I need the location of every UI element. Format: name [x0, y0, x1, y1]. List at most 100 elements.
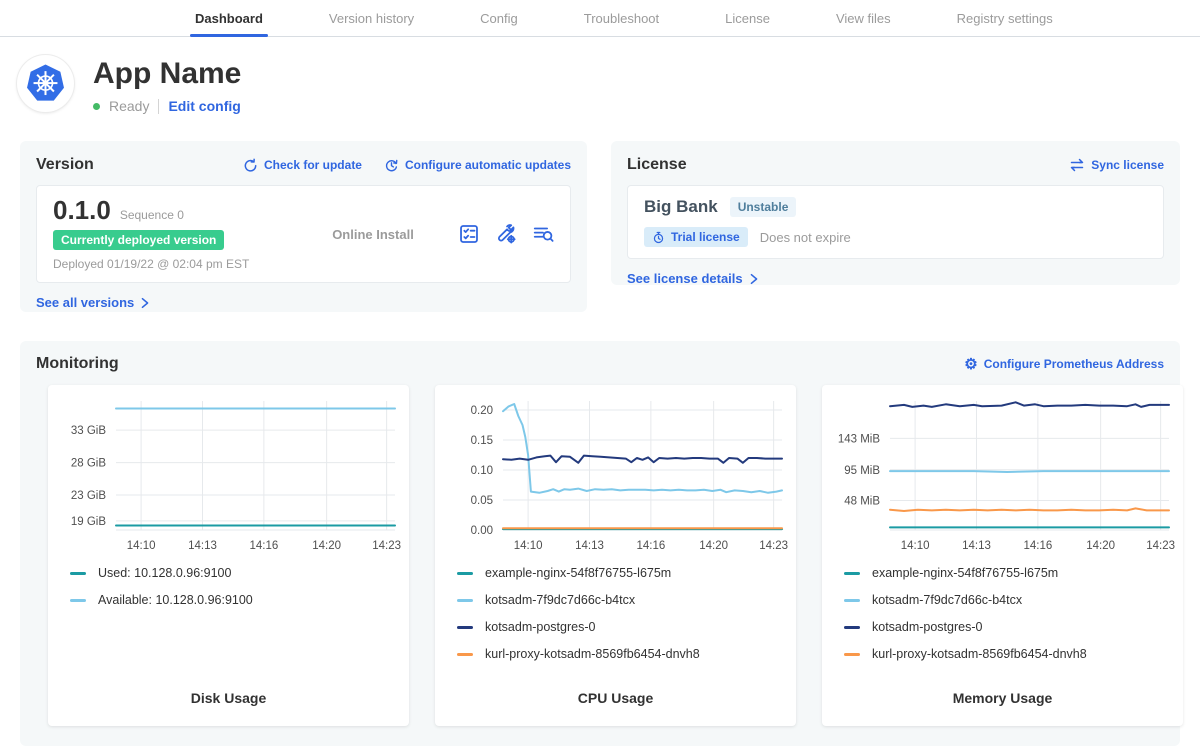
edit-config-link[interactable]: Edit config: [168, 98, 240, 114]
svg-text:14:23: 14:23: [372, 540, 401, 552]
legend-item: example-nginx-54f8f76755-l675m: [457, 566, 796, 580]
install-type-label: Online Install: [288, 227, 458, 242]
deployed-timestamp: Deployed 01/19/22 @ 02:04 pm EST: [53, 257, 288, 271]
tab-dashboard[interactable]: Dashboard: [190, 0, 268, 36]
legend-item: kurl-proxy-kotsadm-8569fb6454-dnvh8: [457, 647, 796, 661]
divider: [158, 99, 159, 114]
svg-text:0.20: 0.20: [471, 405, 493, 417]
disk-usage-title: Disk Usage: [48, 690, 409, 726]
legend-item: kotsadm-postgres-0: [844, 620, 1183, 634]
legend-color-dash: [70, 599, 86, 602]
version-card-title: Version: [36, 156, 94, 174]
svg-text:14:13: 14:13: [962, 540, 991, 552]
legend-label: kurl-proxy-kotsadm-8569fb6454-dnvh8: [485, 647, 700, 661]
svg-text:14:20: 14:20: [312, 540, 341, 552]
legend-item: example-nginx-54f8f76755-l675m: [844, 566, 1183, 580]
status-badge: Ready: [109, 98, 149, 114]
legend-color-dash: [844, 626, 860, 629]
legend-label: kotsadm-7f9dc7d66c-b4tcx: [872, 593, 1022, 607]
channel-badge: Unstable: [730, 197, 797, 217]
svg-text:48 MiB: 48 MiB: [844, 496, 880, 508]
license-card-title: License: [627, 156, 687, 174]
status-dot: [93, 103, 100, 110]
chart-card-cpu-usage: 0.200.150.100.050.0014:1014:1314:1614:20…: [435, 385, 796, 726]
legend-label: kotsadm-postgres-0: [485, 620, 595, 634]
legend-color-dash: [844, 653, 860, 656]
svg-text:14:16: 14:16: [636, 540, 665, 552]
sync-icon: [1069, 158, 1085, 172]
memory-usage-title: Memory Usage: [822, 690, 1183, 726]
legend-color-dash: [457, 653, 473, 656]
svg-text:14:13: 14:13: [575, 540, 604, 552]
chevron-right-icon: [749, 273, 759, 285]
cpu-usage-chart-canvas: 0.200.150.100.050.0014:1014:1314:1614:20…: [435, 391, 796, 556]
cpu-usage-legend: example-nginx-54f8f76755-l675m kotsadm-7f…: [457, 566, 796, 661]
view-deploy-logs-icon[interactable]: [532, 223, 554, 245]
configure-prometheus-button[interactable]: ⚙ Configure Prometheus Address: [964, 357, 1164, 372]
top-nav: Dashboard Version history Config Trouble…: [0, 0, 1200, 37]
tab-registry-settings[interactable]: Registry settings: [952, 0, 1058, 36]
configure-automatic-updates-button[interactable]: Configure automatic updates: [384, 158, 571, 173]
legend-label: kotsadm-7f9dc7d66c-b4tcx: [485, 593, 635, 607]
legend-label: kurl-proxy-kotsadm-8569fb6454-dnvh8: [872, 647, 1087, 661]
svg-text:0.10: 0.10: [471, 465, 493, 477]
svg-text:0.00: 0.00: [471, 525, 493, 537]
legend-item: kotsadm-7f9dc7d66c-b4tcx: [457, 593, 796, 607]
disk-usage-legend: Used: 10.128.0.96:9100 Available: 10.128.…: [70, 566, 409, 607]
svg-text:28 GiB: 28 GiB: [71, 458, 106, 470]
svg-text:14:20: 14:20: [699, 540, 728, 552]
svg-text:14:10: 14:10: [127, 540, 156, 552]
legend-color-dash: [844, 599, 860, 602]
see-license-details-link[interactable]: See license details: [627, 271, 759, 286]
legend-label: kotsadm-postgres-0: [872, 620, 982, 634]
stopwatch-icon: [652, 231, 665, 244]
legend-item: Used: 10.128.0.96:9100: [70, 566, 409, 580]
tab-license[interactable]: License: [720, 0, 775, 36]
page-title: App Name: [93, 57, 241, 90]
svg-text:14:10: 14:10: [514, 540, 543, 552]
legend-color-dash: [457, 599, 473, 602]
memory-usage-legend: example-nginx-54f8f76755-l675m kotsadm-7f…: [844, 566, 1183, 661]
svg-text:14:16: 14:16: [249, 540, 278, 552]
legend-color-dash: [844, 572, 860, 575]
tab-config[interactable]: Config: [475, 0, 523, 36]
license-name: Big Bank: [644, 197, 718, 217]
version-number: 0.1.0: [53, 197, 111, 223]
check-for-update-button[interactable]: Check for update: [243, 158, 362, 173]
legend-item: Available: 10.128.0.96:9100: [70, 593, 409, 607]
svg-text:33 GiB: 33 GiB: [71, 425, 106, 437]
tab-troubleshoot[interactable]: Troubleshoot: [579, 0, 664, 36]
legend-label: example-nginx-54f8f76755-l675m: [485, 566, 671, 580]
svg-text:19 GiB: 19 GiB: [71, 516, 106, 528]
legend-color-dash: [457, 572, 473, 575]
preflight-checks-icon[interactable]: [458, 223, 480, 245]
legend-label: Available: 10.128.0.96:9100: [98, 593, 253, 607]
legend-color-dash: [70, 572, 86, 575]
legend-item: kotsadm-postgres-0: [457, 620, 796, 634]
gear-icon: ⚙: [964, 357, 977, 372]
svg-text:143 MiB: 143 MiB: [838, 433, 881, 445]
trial-license-badge: Trial license: [644, 227, 748, 247]
sync-license-button[interactable]: Sync license: [1069, 158, 1164, 172]
version-card: Version Check for update Configure autom…: [20, 141, 587, 312]
license-expiry: Does not expire: [760, 230, 851, 245]
monitoring-section: Monitoring ⚙ Configure Prometheus Addres…: [20, 341, 1180, 746]
legend-item: kotsadm-7f9dc7d66c-b4tcx: [844, 593, 1183, 607]
see-all-versions-link[interactable]: See all versions: [36, 295, 150, 310]
app-header: App Name Ready Edit config: [17, 55, 241, 114]
charts-row: 33 GiB 28 GiB 23 GiB 19 GiB 14:10 14:13 14:16 1…: [32, 385, 1168, 726]
legend-color-dash: [457, 626, 473, 629]
tab-version-history[interactable]: Version history: [324, 0, 419, 36]
kubernetes-logo-icon: [17, 55, 74, 112]
license-card: License Sync license Big Bank Unstable T…: [611, 141, 1180, 285]
svg-text:23 GiB: 23 GiB: [71, 490, 106, 502]
svg-text:14:20: 14:20: [1086, 540, 1115, 552]
svg-text:14:23: 14:23: [1146, 540, 1175, 552]
svg-text:14:23: 14:23: [759, 540, 788, 552]
svg-text:0.05: 0.05: [471, 495, 493, 507]
version-sequence: Sequence 0: [120, 208, 184, 222]
tab-view-files[interactable]: View files: [831, 0, 896, 36]
svg-text:14:10: 14:10: [901, 540, 930, 552]
svg-text:95 MiB: 95 MiB: [844, 465, 880, 477]
config-values-icon[interactable]: [495, 223, 517, 245]
